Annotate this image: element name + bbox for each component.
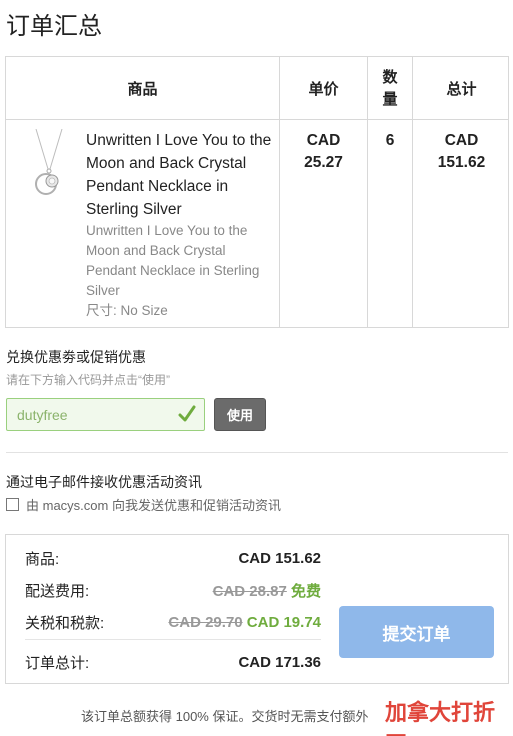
tax-discounted-price: CAD 19.74 [246,613,321,631]
email-section-title: 通过电子邮件接收优惠活动资讯 [6,474,202,490]
shipping-values: CAD 28.87 免费 [213,580,321,601]
order-summary: 商品: CAD 151.62 配送费用: CAD 28.87 免费 关税和税款:… [5,534,509,684]
items-label: 商品: [25,550,60,568]
header-quantity: 数 量 [368,57,412,120]
item-quantity: 6 [385,132,395,149]
product-name-link[interactable]: Unwritten I Love You to the Moon and Bac… [86,129,276,221]
email-optin-checkbox[interactable] [6,498,19,511]
section-divider [6,452,508,453]
header-total: 总计 [446,81,477,98]
shipping-free: 免费 [290,582,321,600]
summary-row-shipping: 配送费用: CAD 28.87 免费 [25,574,321,606]
shipping-label: 配送费用: [25,582,90,600]
summary-row-items: 商品: CAD 151.62 [25,542,321,574]
coupon-hint: 请在下方输入代码并点击“使用” [6,373,170,387]
product-size: 尺寸: No Size [86,303,168,318]
item-total: CAD 151.62 [413,130,510,174]
product-description: Unwritten I Love You to the Moon and Bac… [86,223,260,298]
header-unit-price: 单价 [308,81,339,98]
coupon-section-title: 兑换优惠劵或促销优惠 [6,349,146,365]
page-title: 订单汇总 [6,13,102,40]
unit-price: CAD 25.27 [280,130,367,174]
item-total-currency: CAD [444,132,479,149]
summary-row-total: 订单总计: CAD 171.36 [25,646,321,678]
checkmark-icon [178,405,196,422]
total-label: 订单总计: [25,654,90,672]
apply-coupon-button[interactable]: 使用 [214,398,266,431]
summary-separator [25,639,321,640]
item-total-amount: 151.62 [437,154,486,171]
product-image[interactable] [26,129,72,201]
watermark-logo: 加拿大打折网 [383,695,513,736]
coupon-field[interactable] [6,398,205,431]
summary-row-tax: 关税和税款: CAD 29.70 CAD 19.74 [25,606,321,638]
tax-original-price: CAD 29.70 [168,613,243,631]
order-table: 商品 单价 数 量 总计 Unwritten I Love You to the… [5,56,509,328]
email-optin-label[interactable]: 由 macys.com 向我发送优惠和促销活动资讯 [26,495,281,514]
guarantee-text: 该订单总额获得 100% 保证。交货时无需支付额外 [81,709,369,724]
header-quantity-line1: 数 [382,68,398,86]
unit-price-currency: CAD [306,132,341,149]
tax-values: CAD 29.70 CAD 19.74 [168,614,321,631]
unit-price-amount: 25.27 [304,154,343,171]
items-value: CAD 151.62 [238,549,321,567]
header-quantity-line2: 量 [382,90,398,108]
tax-label: 关税和税款: [25,614,105,632]
coupon-code-input[interactable] [17,405,167,425]
total-value: CAD 171.36 [238,653,321,671]
header-product: 商品 [127,81,158,98]
submit-order-button[interactable]: 提交订单 [339,606,494,658]
shipping-original-price: CAD 28.87 [212,582,287,600]
